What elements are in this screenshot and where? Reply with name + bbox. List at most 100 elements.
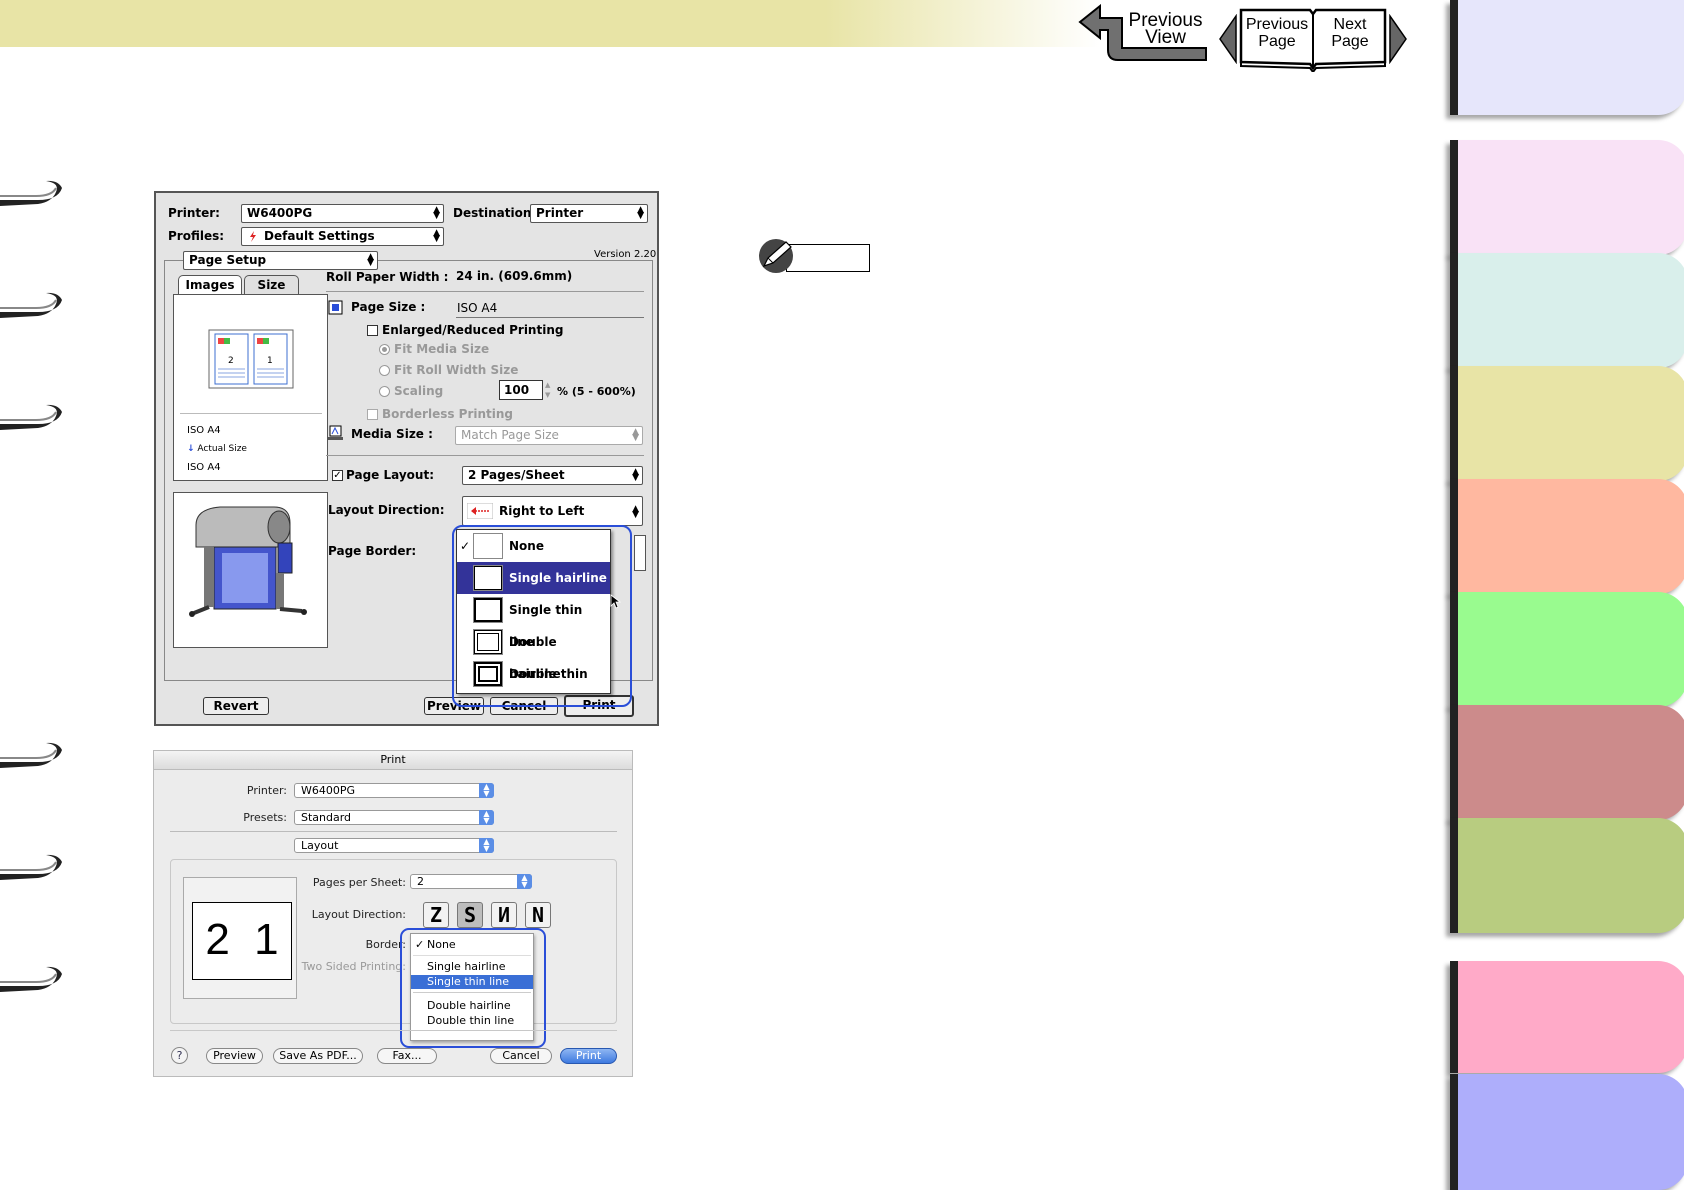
presets-label: Presets:: [243, 811, 287, 824]
chapter-tab[interactable]: [1450, 366, 1684, 481]
layout-direction-button[interactable]: S: [457, 902, 483, 928]
updown-arrow-icon: ▲ ▼: [632, 467, 639, 483]
printer-value: W6400PG: [247, 206, 313, 220]
info-size-1: ISO A4: [187, 425, 221, 436]
scaling-stepper[interactable]: ▲ ▼: [545, 380, 555, 400]
layout-direction-button[interactable]: N: [525, 902, 551, 928]
two-pages-preview-icon: [208, 329, 294, 389]
page-layout-select[interactable]: 2 Pages/Sheet ▲ ▼: [462, 466, 643, 485]
destination-value: Printer: [536, 206, 584, 220]
media-size-icon: [328, 425, 343, 440]
layout-direction-select[interactable]: Right to Left ▲ ▼: [462, 496, 643, 526]
updown-arrow-icon: ▲ ▼: [433, 205, 440, 221]
borderless-label: Borderless Printing: [382, 407, 514, 421]
borderless-checkbox[interactable]: [367, 409, 378, 420]
dialog-title-bar: Print: [154, 751, 632, 770]
chapter-tab[interactable]: [1450, 705, 1684, 820]
info-actual-size: ↓ Actual Size: [187, 444, 247, 454]
left-triangle-icon[interactable]: [1218, 14, 1238, 64]
page-border-select-edge[interactable]: [634, 535, 646, 571]
chapter-tab[interactable]: [1450, 253, 1684, 368]
cancel-label-2: Cancel: [502, 1049, 540, 1062]
info-actual-label: Actual Size: [197, 444, 247, 454]
preview-label-2: Preview: [213, 1049, 256, 1062]
help-button[interactable]: ?: [171, 1047, 188, 1064]
border-label-2: Border:: [365, 938, 406, 951]
printer-select[interactable]: W6400PG ▲ ▼: [241, 204, 444, 223]
previous-view-button[interactable]: Previous View: [1078, 4, 1208, 62]
fit-media-label: Fit Media Size: [394, 342, 490, 356]
save-pdf-button[interactable]: Save As PDF...: [273, 1048, 363, 1064]
updown-arrow-icon: ▲ ▼: [479, 838, 494, 853]
updown-arrow-icon: ▲ ▼: [517, 874, 532, 889]
layout-direction-label: Layout Direction:: [328, 503, 445, 517]
right-triangle-icon[interactable]: [1388, 14, 1408, 64]
page-size-label: Page Size :: [351, 300, 426, 314]
chapter-tab[interactable]: [1450, 0, 1684, 115]
destination-select[interactable]: Printer ▲ ▼: [530, 204, 648, 223]
previous-view-label-2: View: [1145, 27, 1186, 48]
chapter-tab[interactable]: [1450, 818, 1684, 933]
chapter-tab[interactable]: [1450, 479, 1684, 594]
scaling-input[interactable]: 100: [499, 380, 543, 400]
presets-value: Standard: [301, 811, 352, 824]
layout-direction-button[interactable]: И: [491, 902, 517, 928]
page-layout-label: Page Layout:: [346, 468, 434, 482]
preview-page-right: 1: [267, 356, 273, 366]
profiles-label: Profiles:: [168, 229, 225, 243]
chapter-tab[interactable]: [1450, 140, 1684, 255]
profiles-select[interactable]: Default Settings ▲ ▼: [241, 227, 444, 246]
scaling-radio[interactable]: [379, 386, 390, 397]
info-size-2: ISO A4: [187, 462, 221, 473]
next-page-button[interactable]: Next Page: [1316, 16, 1384, 50]
media-size-select[interactable]: Match Page Size ▲ ▼: [455, 426, 643, 445]
media-size-label: Media Size :: [351, 427, 433, 441]
revert-button[interactable]: Revert: [203, 697, 269, 715]
panel-select-2[interactable]: Layout ▲ ▼: [294, 838, 494, 853]
page-layout-checkbox[interactable]: ✓: [332, 470, 343, 481]
presets-select[interactable]: Standard ▲ ▼: [294, 810, 494, 825]
profiles-value: Default Settings: [264, 229, 375, 243]
layout-direction-button[interactable]: Z: [423, 902, 449, 928]
previous-page-button[interactable]: Previous Page: [1243, 16, 1311, 50]
profile-icon: [250, 231, 256, 242]
layout-direction-value: Right to Left: [499, 504, 585, 518]
chapter-tab[interactable]: [1450, 592, 1684, 707]
chapter-tab[interactable]: [1450, 1074, 1684, 1190]
chapter-tab[interactable]: [1450, 961, 1684, 1073]
pps-select[interactable]: 2 ▲ ▼: [410, 874, 532, 889]
two-sided-label: Two Sided Printing:: [301, 960, 406, 973]
pps-label: Pages per Sheet:: [312, 876, 406, 889]
fit-roll-label: Fit Roll Width Size: [394, 363, 519, 377]
direction-glyph-icon: Z: [429, 903, 443, 927]
save-pdf-label: Save As PDF...: [279, 1049, 357, 1062]
fax-button[interactable]: Fax...: [377, 1048, 437, 1064]
preview-button-2[interactable]: Preview: [206, 1048, 263, 1064]
down-arrow-icon: ↓: [187, 444, 195, 454]
layout-preview-2: 2 1: [183, 877, 297, 999]
next-page-label-1: Next: [1333, 16, 1367, 33]
tab-images[interactable]: Images: [178, 275, 242, 295]
destination-label: Destination:: [453, 206, 537, 220]
binder-ring-icon: [0, 742, 62, 768]
fit-media-radio[interactable]: [379, 344, 390, 355]
print-button-2[interactable]: Print: [560, 1048, 617, 1064]
right-to-left-arrow-icon: [467, 503, 493, 519]
panel-select[interactable]: Page Setup ▲ ▼: [183, 251, 378, 270]
enlarged-checkbox[interactable]: [367, 325, 378, 336]
tab-size[interactable]: Size: [244, 275, 299, 295]
printer-select-2[interactable]: W6400PG ▲ ▼: [294, 783, 494, 798]
layout-preview-box: 2 1 ISO A4 ↓ Actual Size ISO A4: [173, 294, 328, 481]
pencil-note-icon: [759, 239, 793, 273]
cancel-button-2[interactable]: Cancel: [490, 1048, 552, 1064]
fit-roll-radio[interactable]: [379, 365, 390, 376]
updown-arrow-icon: ▲ ▼: [367, 252, 374, 268]
version-text: Version 2.20: [594, 249, 657, 260]
printer-illustration-icon: [189, 506, 307, 617]
binder-ring-icon: [0, 966, 62, 992]
roll-width-value: 24 in. (609.6mm): [456, 269, 573, 283]
roll-width-label: Roll Paper Width :: [326, 270, 449, 284]
enlarged-label: Enlarged/Reduced Printing: [382, 323, 564, 337]
printer-value-2: W6400PG: [301, 784, 356, 797]
binder-ring-icon: [0, 292, 62, 318]
